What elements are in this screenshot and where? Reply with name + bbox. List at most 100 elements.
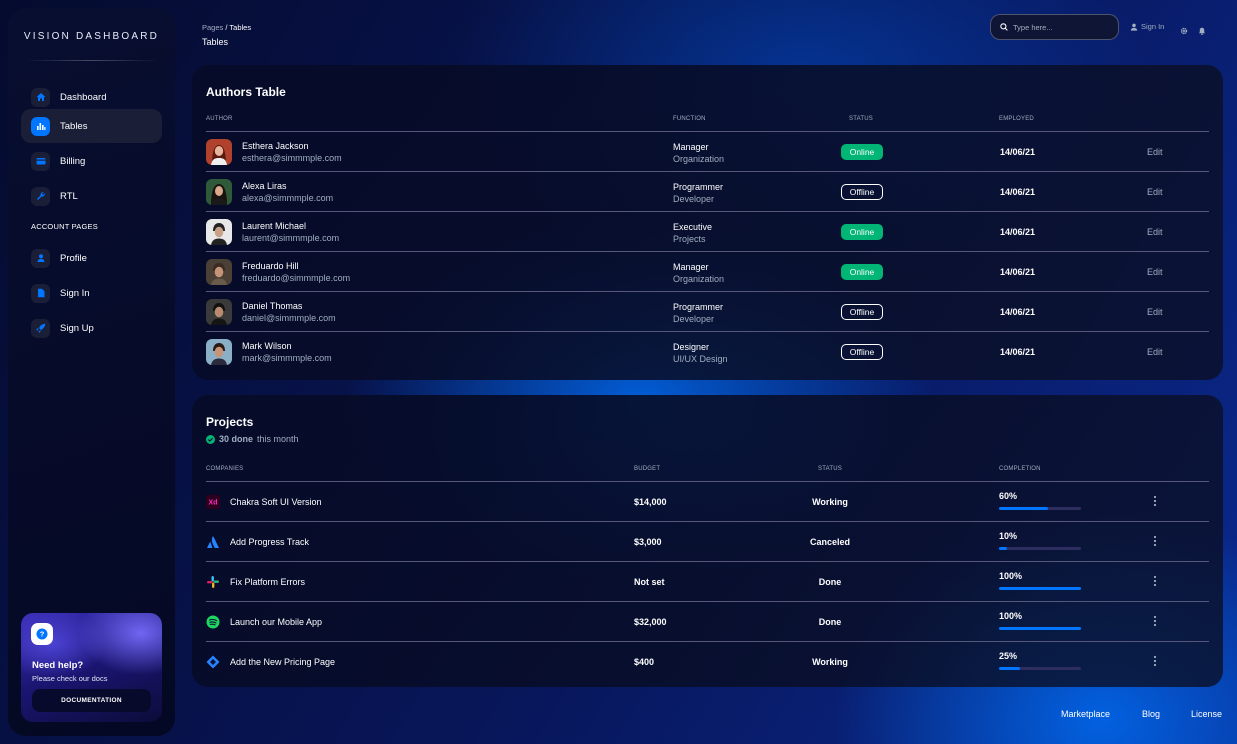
- adobe-xd-icon: Xd: [206, 495, 220, 509]
- edit-link[interactable]: Edit: [1147, 307, 1163, 317]
- footer-link-license[interactable]: License: [1191, 709, 1222, 719]
- status-badge: Offline: [841, 344, 883, 360]
- progress-bar: [999, 627, 1081, 630]
- authors-table-card: Authors Table AUTHOR FUNCTION STATUS EMP…: [192, 65, 1223, 380]
- table-row: Add Progress Track $3,000 Canceled 10%: [192, 522, 1223, 562]
- sidebar-item-profile[interactable]: Profile: [21, 241, 162, 275]
- settings-gear-icon[interactable]: [1180, 22, 1188, 40]
- more-options-icon[interactable]: [1150, 574, 1160, 588]
- header-signin-link[interactable]: Sign In: [1130, 22, 1164, 31]
- projects-title: Projects: [206, 415, 254, 429]
- edit-link[interactable]: Edit: [1147, 227, 1163, 237]
- avatar: [206, 219, 232, 245]
- help-card: ? Need help? Please check our docs DOCUM…: [21, 613, 162, 722]
- jira-icon: [206, 655, 220, 669]
- column-header-completion: COMPLETION: [999, 466, 1041, 472]
- progress-bar: [999, 547, 1081, 550]
- author-email: mark@simmmple.com: [242, 353, 332, 363]
- person-icon: [31, 248, 50, 268]
- breadcrumb: Pages / Tables: [202, 23, 251, 32]
- sidebar: VISION DASHBOARD Dashboard Tables Billin…: [8, 8, 175, 736]
- more-options-icon[interactable]: [1150, 654, 1160, 668]
- progress-fill: [999, 547, 1008, 550]
- chart-bar-icon: [31, 116, 50, 136]
- sidebar-item-rtl[interactable]: RTL: [21, 179, 162, 213]
- employed-date: 14/06/21: [1000, 267, 1036, 277]
- avatar: [206, 339, 232, 365]
- author-role: Manager: [673, 142, 709, 152]
- footer-link-marketplace[interactable]: Marketplace: [1061, 709, 1110, 719]
- help-title: Need help?: [32, 660, 84, 671]
- author-role: Executive: [673, 222, 713, 232]
- breadcrumb-root[interactable]: Pages: [202, 23, 223, 32]
- completion-percent: 10%: [999, 531, 1018, 541]
- column-header-budget: BUDGET: [634, 466, 661, 472]
- slack-icon: [206, 575, 220, 589]
- edit-link[interactable]: Edit: [1147, 267, 1163, 277]
- sidebar-item-label: RTL: [60, 190, 78, 202]
- status-badge: Online: [841, 264, 883, 280]
- footer-link-blog[interactable]: Blog: [1142, 709, 1160, 719]
- project-budget: $32,000: [634, 617, 667, 627]
- spotify-icon: [206, 615, 220, 629]
- project-status: Working: [812, 657, 848, 667]
- more-options-icon[interactable]: [1150, 614, 1160, 628]
- signin-label: Sign In: [1141, 22, 1165, 31]
- column-header-status: STATUS: [849, 116, 873, 122]
- section-label: ACCOUNT PAGES: [31, 222, 98, 231]
- home-icon: [31, 87, 50, 107]
- sidebar-item-signin[interactable]: Sign In: [21, 276, 162, 310]
- page-title: Tables: [202, 37, 229, 47]
- table-row: Daniel Thomas daniel@simmmple.com Progra…: [192, 292, 1223, 332]
- table-row: Laurent Michael laurent@simmmple.com Exe…: [192, 212, 1223, 252]
- progress-fill: [999, 667, 1020, 670]
- table-row: Freduardo Hill freduardo@simmmple.com Ma…: [192, 252, 1223, 292]
- employed-date: 14/06/21: [1000, 147, 1036, 157]
- author-name: Mark Wilson: [242, 341, 292, 351]
- project-budget: $400: [634, 657, 655, 667]
- documentation-button[interactable]: DOCUMENTATION: [32, 689, 151, 712]
- edit-link[interactable]: Edit: [1147, 147, 1163, 157]
- done-suffix: this month: [257, 434, 299, 444]
- edit-link[interactable]: Edit: [1147, 187, 1163, 197]
- column-header-status: STATUS: [818, 466, 842, 472]
- progress-fill: [999, 587, 1081, 590]
- table-row: Esthera Jackson esthera@simmmple.com Man…: [192, 132, 1223, 172]
- avatar: [206, 179, 232, 205]
- sidebar-item-billing[interactable]: Billing: [21, 144, 162, 178]
- help-icon-box: ?: [31, 623, 53, 645]
- help-subtitle: Please check our docs: [32, 674, 108, 683]
- document-icon: [31, 283, 50, 303]
- author-email: laurent@simmmple.com: [242, 233, 340, 243]
- search-input[interactable]: [1013, 22, 1108, 32]
- author-department: Projects: [673, 234, 706, 244]
- column-header-author: AUTHOR: [206, 116, 233, 122]
- author-email: freduardo@simmmple.com: [242, 273, 351, 283]
- breadcrumb-current: Tables: [229, 23, 252, 32]
- wrench-icon: [31, 186, 50, 206]
- search-box[interactable]: [990, 14, 1119, 40]
- check-circle-icon: [206, 434, 215, 444]
- author-email: esthera@simmmple.com: [242, 153, 342, 163]
- project-budget: $3,000: [634, 537, 662, 547]
- status-badge: Offline: [841, 304, 883, 320]
- author-name: Laurent Michael: [242, 221, 307, 231]
- more-options-icon[interactable]: [1150, 534, 1160, 548]
- sidebar-item-tables[interactable]: Tables: [21, 109, 162, 143]
- sidebar-item-signup[interactable]: Sign Up: [21, 311, 162, 345]
- avatar: [206, 139, 232, 165]
- progress-bar: [999, 507, 1081, 510]
- column-header-companies: COMPANIES: [206, 466, 244, 472]
- svg-text:Xd: Xd: [209, 500, 218, 507]
- project-status: Done: [818, 577, 842, 587]
- author-name: Daniel Thomas: [242, 301, 303, 311]
- table-row: Xd Chakra Soft UI Version $14,000 Workin…: [192, 482, 1223, 522]
- status-badge: Online: [841, 224, 883, 240]
- notification-bell-icon[interactable]: [1198, 22, 1206, 40]
- project-budget: $14,000: [634, 497, 667, 507]
- employed-date: 14/06/21: [1000, 187, 1036, 197]
- more-options-icon[interactable]: [1150, 494, 1160, 508]
- edit-link[interactable]: Edit: [1147, 347, 1163, 357]
- column-header-employed: EMPLOYED: [999, 116, 1034, 122]
- author-role: Programmer: [673, 302, 724, 312]
